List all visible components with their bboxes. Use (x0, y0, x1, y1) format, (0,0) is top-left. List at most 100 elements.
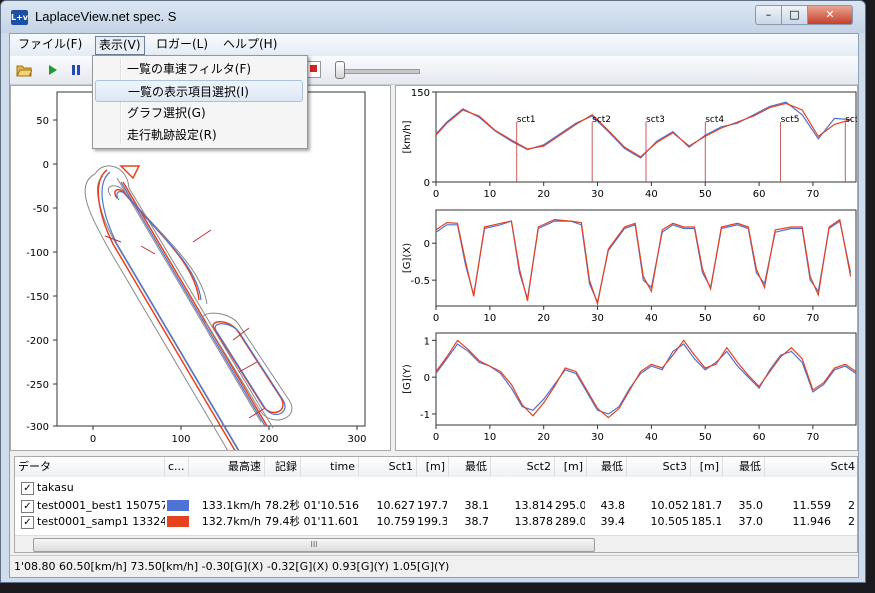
chart-x-tick-label: 20 (537, 432, 550, 443)
horizontal-scroll-thumb[interactable]: III (33, 538, 595, 552)
table-cell: 2 (848, 515, 855, 528)
table-cell: 11.559 (792, 499, 832, 512)
menu-view[interactable]: 表示(V) (95, 36, 145, 55)
table-cell: 289.0 (555, 515, 585, 528)
table-cell: 38.1 (464, 499, 490, 512)
sector-label: sct3 (646, 115, 665, 125)
map-x-tick-label: 300 (347, 434, 366, 445)
table-cell: 01'10.516 (303, 499, 359, 512)
title-bar[interactable]: L+v LaplaceView.net spec. S – □ ✕ (1, 1, 865, 33)
row-color-swatch[interactable] (167, 516, 189, 527)
column-header[interactable]: Sct4 (765, 457, 857, 477)
table-cell: 181.7 (691, 499, 721, 512)
chart-1: 0 10 20 30 40 50 60 70 0 -0.5 [G](X) (402, 209, 857, 324)
column-header[interactable]: 記録 (265, 457, 301, 477)
chart-y-tick-label: 150 (411, 88, 430, 99)
maximize-button[interactable]: □ (781, 5, 808, 25)
sector-label: sct2 (592, 115, 611, 125)
chart-x-tick-label: 40 (645, 189, 658, 200)
column-header[interactable]: Sct2 (491, 457, 555, 477)
column-header[interactable]: 最高速 (189, 457, 265, 477)
table-cell: 39.4 (600, 515, 626, 528)
sector-label: sct4 (705, 115, 724, 125)
map-x-tick-label: 200 (259, 434, 278, 445)
row-checkbox[interactable]: ✓ (21, 500, 34, 513)
chart-x-tick-label: 10 (483, 313, 496, 324)
menu-file[interactable]: ファイル(F) (15, 36, 85, 53)
chart-ylabel: [G](Y) (402, 364, 413, 394)
play-icon[interactable] (44, 62, 60, 78)
chart-x-tick-label: 10 (483, 189, 496, 200)
column-header[interactable]: time (301, 457, 359, 477)
chart-ylabel: [G](X) (402, 243, 413, 273)
map-x-tick-label: 100 (171, 434, 190, 445)
record-icon[interactable] (306, 61, 321, 78)
row-checkbox[interactable]: ✓ (21, 516, 34, 529)
app-logo-icon: L+v (11, 10, 28, 25)
column-header[interactable]: [m] (417, 457, 449, 477)
column-header[interactable]: c... (165, 457, 189, 477)
map-y-tick-label: 50 (36, 116, 49, 127)
chart-x-tick-label: 60 (753, 313, 766, 324)
map-x-tick-label: 0 (90, 434, 96, 445)
chart-plot-area (435, 332, 857, 426)
group-checkbox[interactable]: ✓ (21, 482, 34, 495)
column-header[interactable]: データ (15, 457, 165, 477)
chart-x-tick-label: 20 (537, 189, 550, 200)
column-header[interactable]: 最低 (587, 457, 627, 477)
table-cell: 10.505 (650, 515, 690, 528)
menu-item-graph-select[interactable]: グラフ選択(G) (95, 102, 303, 124)
chart-0: 0 10 20 30 40 50 60 70 150 0 [km/h] sct1 sct2 sct3 sct… (402, 88, 864, 200)
table-cell: 10.759 (376, 515, 416, 528)
table-cell: 37.0 (738, 515, 764, 528)
chart-x-tick-label: 0 (433, 189, 439, 200)
chart-x-tick-label: 0 (433, 432, 439, 443)
column-header[interactable]: 最低 (449, 457, 491, 477)
chart-x-tick-label: 20 (537, 313, 550, 324)
map-y-tick-label: -300 (26, 422, 49, 433)
horizontal-scrollbar[interactable]: III (15, 535, 857, 552)
table-cell: 13.814 (514, 499, 554, 512)
menu-bar: ファイル(F) 表示(V) ロガー(L) ヘルプ(H) (10, 34, 858, 56)
chart-x-tick-label: 0 (433, 313, 439, 324)
window-title: LaplaceView.net spec. S (35, 9, 177, 24)
table-cell: 185.1 (691, 515, 721, 528)
table-cell: 10.627 (376, 499, 416, 512)
chart-y-tick-label: 0 (424, 239, 430, 250)
column-header[interactable]: Sct1 (359, 457, 417, 477)
chart-y-tick-label: -0.5 (410, 276, 430, 287)
close-button[interactable]: ✕ (807, 5, 853, 25)
graph-panel[interactable]: 0 10 20 30 40 50 60 70 150 0 [km/h] sct1 sct2 sct3 sct… (395, 85, 864, 451)
chart-x-tick-label: 10 (483, 432, 496, 443)
map-y-tick-label: -150 (26, 292, 49, 303)
menu-item-list-columns[interactable]: 一覧の表示項目選択(I) (95, 80, 303, 102)
menu-help[interactable]: ヘルプ(H) (220, 36, 280, 53)
status-bar: 1'08.80 60.50[km/h] 73.50[km/h] -0.30[G]… (10, 555, 858, 577)
minimize-button[interactable]: – (755, 5, 782, 25)
chart-x-tick-label: 70 (807, 313, 820, 324)
table-cell: 295.0 (555, 499, 585, 512)
sector-label: sct6 (845, 115, 857, 125)
column-header[interactable]: [m] (691, 457, 723, 477)
row-color-swatch[interactable] (167, 500, 189, 511)
playback-slider[interactable] (340, 69, 420, 74)
playback-slider-thumb[interactable] (335, 61, 345, 79)
map-y-tick-label: -100 (26, 248, 49, 259)
table-cell: 199.3 (417, 515, 447, 528)
lap-data-table[interactable]: データ c... 最高速 記録 time Sct1 [m] 最低 Sct2 [m] 最低 Sct3 [m… (14, 456, 858, 553)
menu-item-speed-filter[interactable]: 一覧の車速フィルタ(F) (95, 58, 303, 80)
column-header[interactable]: [m] (555, 457, 587, 477)
sector-label: sct1 (517, 115, 536, 125)
table-cell: 2 (848, 499, 855, 512)
sector-label: sct5 (781, 115, 800, 125)
pause-icon[interactable] (68, 62, 84, 78)
open-folder-icon[interactable] (16, 62, 33, 78)
row-name: test0001_best1 150757 (37, 499, 165, 512)
column-header[interactable]: 最低 (723, 457, 765, 477)
menu-item-trajectory-settings[interactable]: 走行軌跡設定(R) (95, 124, 303, 146)
table-cell: 197.7 (417, 499, 447, 512)
map-y-tick-label: -50 (33, 204, 49, 215)
menu-logger[interactable]: ロガー(L) (153, 36, 211, 53)
column-header[interactable]: Sct3 (627, 457, 691, 477)
chart-x-tick-label: 50 (699, 189, 712, 200)
